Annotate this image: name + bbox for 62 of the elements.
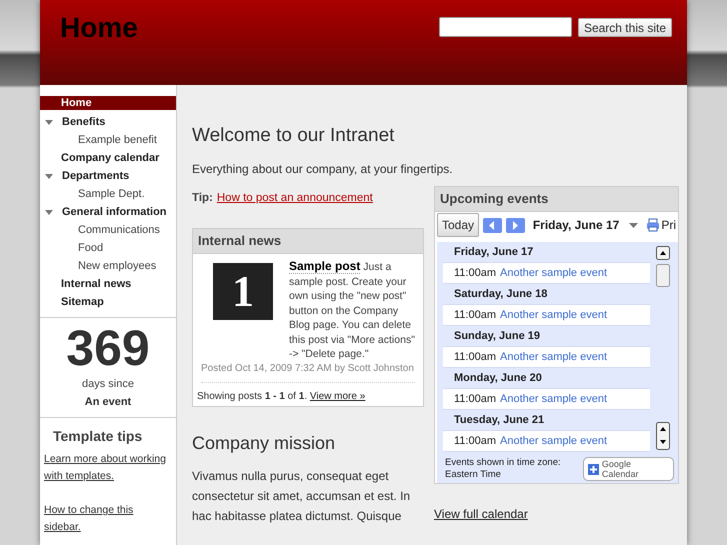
printer-icon — [646, 218, 660, 232]
event-time: 11:00am — [454, 393, 496, 405]
tip-link[interactable]: How to change this sidebar. — [44, 502, 166, 536]
next-button[interactable] — [506, 218, 525, 232]
post-meta: Posted Oct 14, 2009 7:32 AM by Scott Johnston — [201, 362, 415, 383]
event-link[interactable]: Another sample event — [500, 267, 608, 279]
tip-label: Tip: — [192, 192, 213, 204]
sidebar-subitem[interactable]: Sample Dept. — [74, 187, 149, 201]
mission-text: Vivamus nulla purus, consequat eget consectetur sit amet, accumsan et est. In hac habitasse platea dictumst. Quisque — [192, 468, 412, 525]
section-heading: Company mission — [192, 433, 336, 454]
plus-icon — [588, 464, 599, 474]
page-heading: Welcome to our Intranet — [192, 125, 396, 147]
current-date: Friday, June 17 — [532, 218, 620, 232]
scrollbar-top-drawing[interactable] — [656, 246, 670, 288]
sidebar-item[interactable]: Benefits — [58, 115, 110, 129]
sidebar-item[interactable]: Sitemap — [57, 295, 108, 309]
sidebar-item[interactable]: Company calendar — [57, 151, 164, 165]
sidebar-item[interactable]: Internal news — [57, 277, 136, 291]
box-title: Internal news — [198, 233, 282, 248]
expanded-caret-icon[interactable] — [45, 210, 53, 214]
sidebar-subitem[interactable]: Example benefit — [74, 133, 161, 147]
announcement-link[interactable]: How to post an announcement — [216, 192, 373, 204]
event-time: 11:00am — [454, 267, 496, 279]
event-link[interactable]: Another sample event — [500, 435, 608, 447]
event-time: 11:00am — [454, 309, 496, 321]
intro-text: Everything about our company, at your fingertips. — [192, 162, 454, 176]
scroll-arrows-drawing[interactable] — [656, 422, 670, 450]
post-text: Sample post Just a sample post. Create your own using the "new post" button on the Company Blog page. You can delete this post via "More actions" -> "Delete page." — [289, 259, 416, 362]
dropdown-caret-icon[interactable] — [629, 223, 638, 228]
event-link[interactable]: Another sample event — [500, 393, 608, 405]
expanded-caret-icon[interactable] — [45, 120, 53, 124]
previous-button[interactable] — [483, 218, 502, 232]
search-field[interactable] — [438, 17, 572, 37]
sidebar-item[interactable]: Departments — [58, 169, 134, 183]
right-arrow-icon — [513, 220, 518, 230]
page-title: Home — [60, 12, 139, 44]
today-button[interactable]: Today — [437, 213, 480, 237]
expanded-caret-icon[interactable] — [45, 174, 53, 178]
section-title: Template tips — [53, 428, 144, 444]
sidebar-subitem[interactable]: Food — [74, 241, 108, 255]
day-counter: 369 — [66, 322, 150, 374]
sidebar-subitem[interactable]: New employees — [74, 259, 160, 273]
event-time: 11:00am — [454, 351, 496, 363]
post-image: 1 — [213, 263, 273, 320]
tip-link[interactable]: Learn more about working with templates. — [44, 451, 166, 485]
sidebar-item[interactable]: General information — [58, 205, 171, 219]
timezone-note: Events shown in time zone: Eastern Time — [445, 457, 562, 482]
sidebar-subitem[interactable]: Communications — [74, 223, 164, 237]
event-name: An event — [84, 396, 132, 408]
event-time: 11:00am — [454, 435, 496, 447]
counter-caption: days since — [82, 378, 134, 390]
full-calendar-link[interactable]: View full calendar — [434, 507, 528, 521]
posts-summary: Showing posts 1 - 1 of 1. — [197, 391, 308, 402]
widget-title: Upcoming events — [440, 191, 548, 206]
left-arrow-icon — [489, 220, 494, 230]
search-button[interactable]: Search this site — [578, 18, 672, 37]
print-link[interactable]: Pri — [646, 218, 676, 232]
view-more-link[interactable]: View more » — [310, 391, 366, 402]
calendar-badge[interactable]: Google Calendar — [583, 457, 674, 481]
event-link[interactable]: Another sample event — [500, 309, 608, 321]
post-title-link[interactable]: Sample post — [289, 259, 360, 274]
event-link[interactable]: Another sample event — [500, 351, 608, 363]
